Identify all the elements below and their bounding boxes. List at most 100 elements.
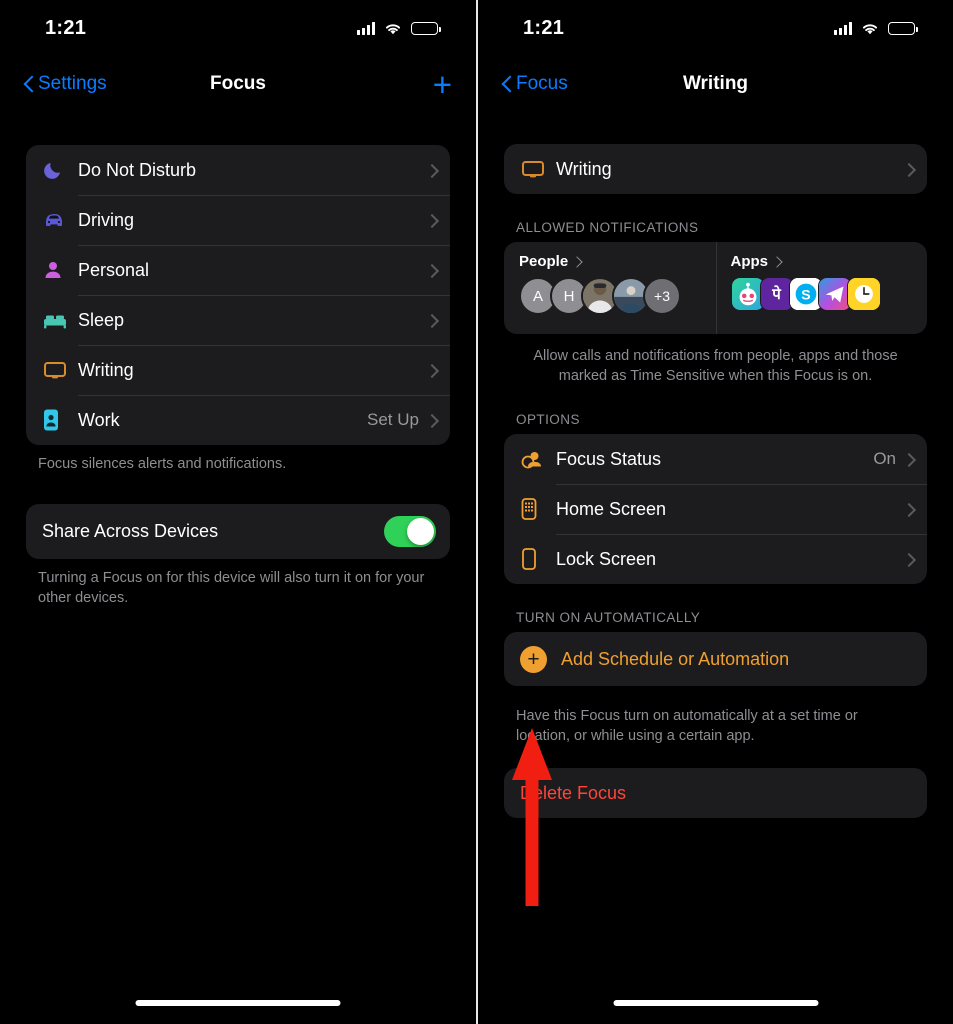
option-row-home-screen[interactable]: Home Screen — [504, 484, 927, 534]
monitor-icon — [520, 158, 550, 180]
chevron-right-icon — [427, 213, 436, 228]
chevron-right-icon — [773, 256, 780, 268]
people-label: People — [519, 253, 568, 270]
add-schedule-label: Add Schedule or Automation — [561, 649, 789, 670]
chevron-right-icon — [427, 263, 436, 278]
car-icon — [42, 210, 72, 230]
back-button-focus[interactable]: Focus — [502, 73, 568, 95]
share-across-devices-toggle[interactable] — [384, 516, 436, 547]
chevron-left-icon — [502, 76, 512, 93]
chevron-right-icon — [904, 552, 913, 567]
cellular-bars-icon — [834, 22, 852, 35]
share-across-devices-footnote: Turning a Focus on for this device will … — [26, 559, 450, 608]
right-content: Writing ALLOWED NOTIFICATIONS People A — [478, 144, 953, 818]
focus-row-driving[interactable]: Driving — [26, 195, 450, 245]
app-icons: पे S — [731, 277, 928, 311]
nav-bar-left: Settings Focus + — [0, 56, 476, 112]
nav-bar-right: Focus Writing — [478, 56, 953, 112]
focus-row-writing[interactable]: Writing — [26, 345, 450, 395]
focus-row-label: Driving — [78, 210, 419, 231]
writing-focus-row[interactable]: Writing — [504, 144, 927, 194]
monitor-icon — [42, 359, 72, 381]
battery-low-icon — [888, 22, 915, 35]
option-label: Lock Screen — [556, 549, 896, 570]
chevron-right-icon — [904, 502, 913, 517]
focus-row-work[interactable]: Work Set Up — [26, 395, 450, 445]
delete-focus-button[interactable]: Delete Focus — [504, 768, 927, 818]
moon-icon — [42, 159, 72, 181]
avatar-overflow-count: +3 — [643, 277, 681, 315]
option-row-focus-status[interactable]: Focus Status On — [504, 434, 927, 484]
focus-row-label: Sleep — [78, 310, 419, 331]
delete-focus-card: Delete Focus — [504, 768, 927, 818]
apps-label: Apps — [731, 253, 769, 270]
focus-row-sleep[interactable]: Sleep — [26, 295, 450, 345]
focus-row-label: Work — [78, 410, 367, 431]
back-button-label: Focus — [516, 73, 568, 95]
option-value: On — [873, 449, 896, 469]
options-card: Focus Status On — [504, 434, 927, 584]
writing-focus-label: Writing — [556, 159, 904, 180]
focus-row-personal[interactable]: Personal — [26, 245, 450, 295]
chevron-right-icon — [904, 452, 913, 467]
delete-focus-label: Delete Focus — [520, 783, 626, 804]
avatar-initial: H — [564, 288, 575, 305]
clock-app-icon — [847, 277, 881, 311]
chevron-right-icon — [427, 363, 436, 378]
left-content: Do Not Disturb Driving — [0, 145, 476, 608]
focus-row-value: Set Up — [367, 410, 419, 430]
apps-section[interactable]: Apps — [716, 242, 928, 334]
options-heading: OPTIONS — [504, 412, 927, 434]
dual-screenshot-container: 1:21 Settings Focus + — [0, 0, 953, 1024]
writing-focus-card: Writing — [504, 144, 927, 194]
turn-on-automatically-footnote: Have this Focus turn on automatically at… — [504, 686, 927, 746]
status-clock: 1:21 — [45, 17, 86, 40]
focus-row-label: Do Not Disturb — [78, 160, 419, 181]
add-schedule-card: + Add Schedule or Automation — [504, 632, 927, 686]
home-screen-icon — [520, 497, 550, 521]
people-section[interactable]: People A H — [504, 242, 716, 334]
focus-list-footnote: Focus silences alerts and notifications. — [26, 445, 450, 474]
avatar-initial: A — [533, 288, 543, 305]
people-title-row[interactable]: People — [519, 253, 716, 270]
status-bar-right: 1:21 — [478, 0, 953, 56]
left-phone-screen: 1:21 Settings Focus + — [0, 0, 476, 1024]
lock-screen-icon — [520, 547, 550, 571]
svg-text:S: S — [801, 287, 810, 303]
chevron-right-icon — [573, 256, 580, 268]
chevron-left-icon — [24, 76, 34, 93]
share-across-devices-card: Share Across Devices — [26, 504, 450, 559]
allowed-notifications-heading: ALLOWED NOTIFICATIONS — [504, 220, 927, 242]
status-indicators — [357, 22, 438, 35]
chevron-right-icon — [427, 163, 436, 178]
home-indicator — [613, 1000, 818, 1006]
focus-row-do-not-disturb[interactable]: Do Not Disturb — [26, 145, 450, 195]
chevron-right-icon — [427, 313, 436, 328]
option-label: Focus Status — [556, 449, 873, 470]
plus-circle-icon: + — [520, 646, 547, 673]
status-clock: 1:21 — [523, 17, 564, 40]
people-avatars: A H — [519, 277, 716, 315]
battery-low-icon — [411, 22, 438, 35]
option-row-lock-screen[interactable]: Lock Screen — [504, 534, 927, 584]
right-phone-screen: 1:21 Focus Writing — [476, 0, 953, 1024]
avatar-count-label: +3 — [654, 288, 670, 304]
back-button-settings[interactable]: Settings — [24, 73, 107, 95]
wifi-icon — [861, 22, 879, 35]
allowed-notifications-footnote: Allow calls and notifications from peopl… — [504, 334, 927, 386]
focus-status-icon — [520, 447, 550, 471]
person-icon — [42, 259, 72, 281]
turn-on-automatically-heading: TURN ON AUTOMATICALLY — [504, 610, 927, 632]
status-indicators — [834, 22, 915, 35]
share-across-devices-label: Share Across Devices — [42, 521, 384, 542]
work-badge-icon — [42, 408, 72, 432]
home-indicator — [136, 1000, 341, 1006]
apps-title-row[interactable]: Apps — [731, 253, 928, 270]
add-focus-button[interactable]: + — [433, 68, 452, 101]
add-schedule-or-automation-button[interactable]: + Add Schedule or Automation — [504, 632, 927, 686]
back-button-label: Settings — [38, 73, 107, 95]
allowed-notifications-card: People A H — [504, 242, 927, 334]
share-across-devices-row[interactable]: Share Across Devices — [26, 504, 450, 559]
chevron-right-icon — [427, 413, 436, 428]
chevron-right-icon — [904, 162, 913, 177]
